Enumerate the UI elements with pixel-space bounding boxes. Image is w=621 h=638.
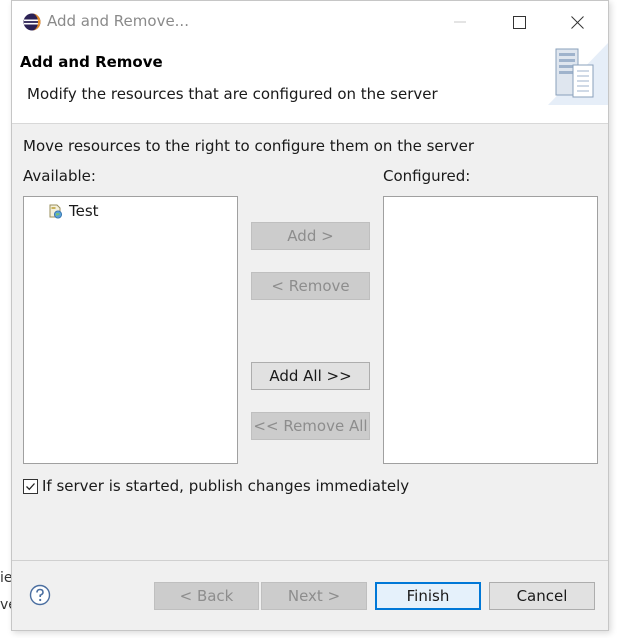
page-title: Add and Remove bbox=[20, 53, 163, 71]
add-remove-dialog: Add and Remove... Add and Remove Modify … bbox=[11, 0, 609, 631]
remove-all-button[interactable]: << Remove All bbox=[251, 412, 370, 440]
wizard-header: Add and Remove Modify the resources that… bbox=[12, 43, 608, 124]
window-title: Add and Remove... bbox=[47, 12, 189, 30]
configured-list[interactable] bbox=[383, 196, 598, 464]
minimize-icon bbox=[454, 21, 466, 23]
title-bar[interactable]: Add and Remove... bbox=[12, 1, 608, 43]
footer-separator bbox=[12, 560, 608, 561]
checkmark-icon bbox=[26, 482, 35, 490]
close-icon bbox=[570, 15, 584, 29]
finish-button[interactable]: Finish bbox=[375, 582, 481, 610]
remove-button[interactable]: < Remove bbox=[251, 272, 370, 300]
cancel-button[interactable]: Cancel bbox=[489, 582, 595, 610]
instruction-text: Move resources to the right to configure… bbox=[23, 137, 475, 155]
next-button[interactable]: Next > bbox=[261, 582, 367, 610]
available-list[interactable]: Test bbox=[23, 196, 238, 464]
list-item[interactable]: Test bbox=[48, 201, 99, 221]
publish-checkbox[interactable] bbox=[23, 478, 38, 494]
web-project-icon bbox=[49, 204, 62, 218]
add-all-button[interactable]: Add All >> bbox=[251, 362, 370, 390]
server-wizard-banner-icon bbox=[548, 43, 608, 105]
configured-label: Configured: bbox=[383, 167, 471, 185]
maximize-button[interactable] bbox=[504, 9, 534, 35]
page-description: Modify the resources that are configured… bbox=[27, 85, 438, 103]
eclipse-logo-icon bbox=[23, 13, 41, 31]
close-button[interactable] bbox=[562, 9, 592, 35]
publish-checkbox-row[interactable]: If server is started, publish changes im… bbox=[23, 477, 409, 495]
minimize-button[interactable] bbox=[445, 9, 475, 35]
publish-checkbox-label: If server is started, publish changes im… bbox=[42, 477, 410, 495]
back-button[interactable]: < Back bbox=[154, 582, 259, 610]
available-label: Available: bbox=[23, 167, 96, 185]
maximize-icon bbox=[512, 15, 526, 29]
add-button[interactable]: Add > bbox=[251, 222, 370, 250]
list-item-label: Test bbox=[69, 202, 99, 220]
help-icon[interactable] bbox=[29, 584, 51, 606]
